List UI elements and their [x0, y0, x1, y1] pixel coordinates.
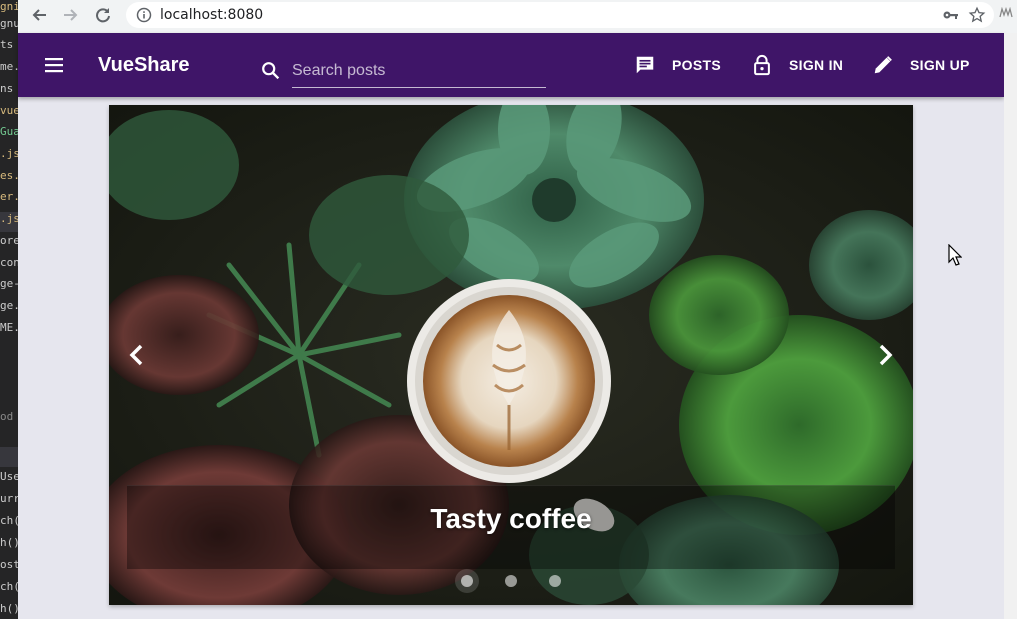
sign-in-label: SIGN IN [789, 57, 844, 73]
editor-line: gnu [0, 17, 18, 30]
editor-line: ge.j [0, 299, 18, 312]
app-root: VueShare POSTS SIGN IN SIGN UP [18, 33, 1004, 619]
carousel-dot[interactable] [543, 569, 567, 593]
arrow-right-icon [64, 9, 78, 21]
editor-line: Use [0, 470, 18, 483]
lock-icon [754, 54, 770, 76]
search-input[interactable] [292, 57, 546, 85]
carousel-caption: Tasty coffee [430, 503, 592, 534]
editor-line: er.js [0, 190, 18, 203]
editor-line: ME. [0, 321, 18, 334]
posts-label: POSTS [672, 57, 721, 73]
editor-line: me. [0, 60, 18, 73]
app-toolbar: VueShare POSTS SIGN IN SIGN UP [18, 33, 1004, 97]
editor-line: od [0, 410, 14, 423]
editor-line: osts [0, 558, 18, 571]
key-icon[interactable] [942, 6, 960, 29]
sign-up-button[interactable]: SIGN UP [872, 51, 970, 79]
page-scrollbar[interactable] [1004, 33, 1017, 619]
reload-button[interactable] [90, 4, 116, 26]
bookmark-star-icon[interactable] [968, 6, 986, 29]
hamburger-menu-icon [45, 58, 63, 73]
chevron-right-icon [879, 344, 893, 366]
back-button[interactable] [26, 4, 52, 26]
editor-line: .js [0, 147, 18, 160]
forward-button[interactable] [58, 4, 84, 26]
editor-line: gnili [0, 0, 18, 13]
editor-line: ns [0, 82, 14, 95]
search-icon [260, 60, 282, 87]
carousel-dot[interactable] [455, 569, 479, 593]
editor-highlight-row [0, 447, 18, 467]
editor-line: ch() [0, 580, 18, 593]
carousel-next-button[interactable] [871, 341, 899, 369]
sign-up-label: SIGN UP [910, 57, 970, 73]
pencil-icon [874, 56, 892, 74]
code-editor-strip: gnili gnu ts me. ns vue Gua .js es.j er.js .js ore c… [0, 0, 18, 619]
brand-title[interactable]: VueShare [98, 54, 190, 77]
editor-line: .js [0, 212, 18, 225]
carousel-indicators [109, 569, 913, 593]
editor-line: es.j [0, 169, 18, 182]
carousel-dot-mark [461, 575, 473, 587]
editor-line: ch() [0, 514, 18, 527]
editor-line: ts [0, 38, 14, 51]
carousel-prev-button[interactable] [123, 341, 151, 369]
reload-icon [96, 8, 110, 23]
editor-line: Gua [0, 125, 18, 138]
editor-line: urre [0, 492, 18, 505]
info-icon[interactable] [136, 7, 152, 28]
editor-line: vue [0, 104, 18, 117]
browser-toolbar: localhost:8080 [18, 0, 1017, 33]
url-text: localhost:8080 [160, 7, 264, 23]
carousel-dot-mark [505, 575, 517, 587]
extension-icon[interactable] [999, 6, 1013, 22]
editor-line: h() < [0, 536, 18, 549]
menu-button[interactable] [42, 53, 66, 77]
image-carousel[interactable]: Tasty coffee [109, 105, 913, 605]
editor-line: ge- [0, 277, 18, 290]
search-field[interactable] [292, 57, 546, 88]
editor-line: con [0, 256, 18, 269]
address-bar[interactable]: localhost:8080 [126, 2, 994, 28]
carousel-dot[interactable] [499, 569, 523, 593]
carousel-dot-mark [549, 575, 561, 587]
editor-line: ore [0, 234, 18, 247]
sign-in-button[interactable]: SIGN IN [751, 51, 843, 79]
mouse-cursor-icon [948, 244, 962, 266]
editor-line: h() < [0, 602, 18, 615]
chat-icon [636, 56, 654, 74]
posts-button[interactable]: POSTS [634, 51, 721, 79]
chevron-left-icon [129, 344, 143, 366]
arrow-left-icon [32, 9, 46, 21]
